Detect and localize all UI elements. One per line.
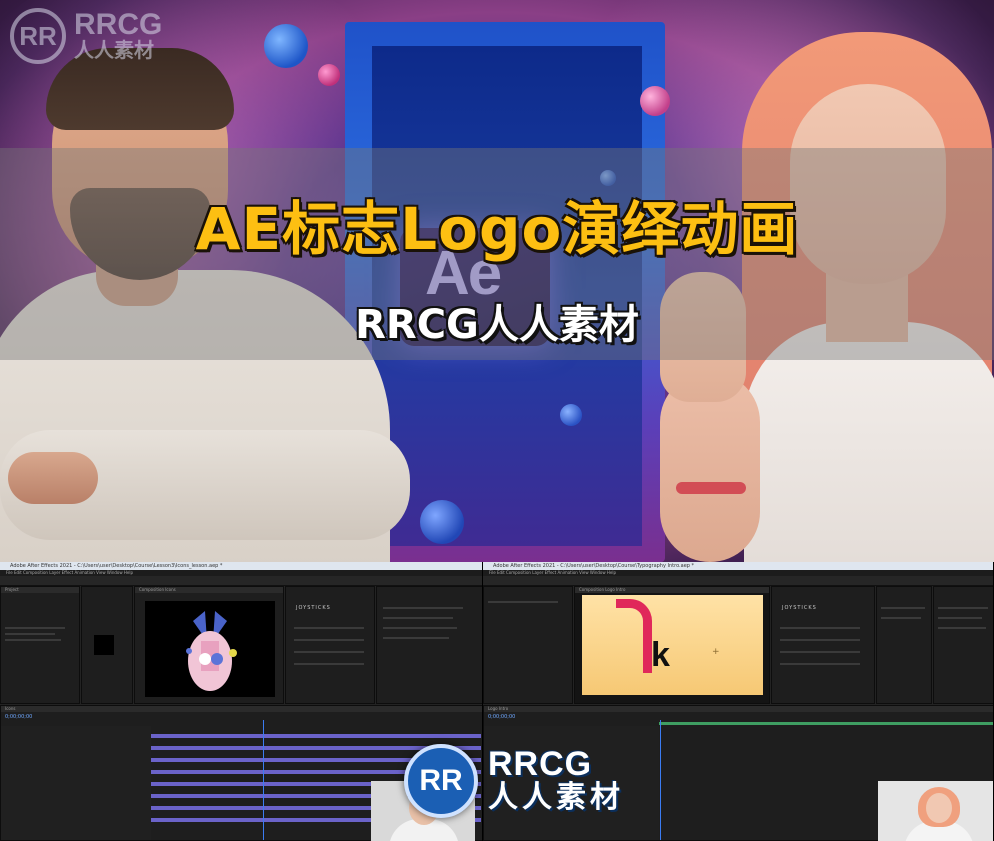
project-item[interactable]: [5, 627, 65, 629]
character-panel[interactable]: [933, 586, 993, 704]
effects-item[interactable]: [881, 617, 921, 619]
playhead[interactable]: [660, 720, 661, 840]
watermark-badge-icon: RR: [404, 744, 478, 818]
joysticks-logo: JOYSTICKS: [296, 605, 331, 611]
watermark-top: RR RRCG 人人素材: [10, 8, 162, 64]
course-title: AE标志Logo演绎动画: [195, 195, 799, 263]
control-row[interactable]: [780, 627, 860, 629]
window-title: Adobe After Effects 2021 - C:\Users\user…: [483, 562, 993, 570]
effects-item[interactable]: [383, 607, 463, 609]
logo-stroke-shape: [616, 599, 652, 673]
project-panel[interactable]: Project: [0, 586, 80, 704]
current-time[interactable]: 0;00;00;00: [5, 714, 32, 720]
watermark-brand: RRCG: [488, 745, 593, 783]
joysticks-panel[interactable]: JOYSTICKS: [285, 586, 375, 704]
instructor-man-hand: [8, 452, 98, 504]
watermark-brand-cn: 人人素材: [488, 781, 624, 814]
watermark-brand-cn: 人人素材: [74, 40, 154, 62]
character-setting[interactable]: [938, 617, 982, 619]
bracelet: [676, 482, 746, 494]
control-row[interactable]: [780, 639, 860, 641]
effects-item[interactable]: [881, 607, 925, 609]
playhead[interactable]: [263, 720, 264, 840]
control-row[interactable]: [780, 651, 860, 653]
control-row[interactable]: [488, 601, 558, 603]
watermark-badge-icon: RR: [10, 8, 66, 64]
watermark-bottom: RR RRCG 人人素材: [404, 744, 624, 818]
character-setting[interactable]: [938, 607, 988, 609]
control-row[interactable]: [294, 663, 364, 665]
composition-tab[interactable]: Composition Logo Intro: [575, 587, 769, 593]
logo-letter: k: [651, 636, 670, 674]
webcam-face: [926, 793, 952, 823]
current-time[interactable]: 0;00;00;00: [488, 714, 515, 720]
decor-sphere: [560, 404, 582, 426]
layer-list[interactable]: [1, 726, 151, 840]
joysticks-panel[interactable]: JOYSTICKS: [771, 586, 875, 704]
watermark-text: RRCG 人人素材: [74, 8, 163, 63]
decor-sphere: [264, 24, 308, 68]
control-row[interactable]: [294, 639, 364, 641]
hero-banner: Ae AE标志Logo演绎动画 RRCG人人素材 RR RRCG 人人素材: [0, 0, 994, 562]
work-area-bar[interactable]: [659, 722, 993, 725]
timeline-tab[interactable]: Icons: [1, 706, 482, 712]
project-item[interactable]: [5, 639, 61, 641]
toolbar[interactable]: [0, 576, 482, 586]
effect-controls-panel[interactable]: [483, 586, 573, 704]
effects-item[interactable]: [383, 627, 457, 629]
project-tab[interactable]: Project: [1, 587, 79, 593]
control-row[interactable]: [294, 651, 364, 653]
layer-bar[interactable]: [151, 734, 481, 738]
timeline-tab[interactable]: Logo Intro: [484, 706, 993, 712]
toolbar[interactable]: [483, 576, 993, 586]
footage-preview: [94, 635, 114, 655]
composition-viewer[interactable]: [145, 601, 275, 697]
composition-tab[interactable]: Composition Icons: [135, 587, 283, 593]
character-illustration: [186, 611, 237, 691]
watermark-brand: RRCG: [74, 8, 163, 41]
footage-panel[interactable]: [81, 586, 133, 704]
course-subtitle: RRCG人人素材: [355, 302, 639, 348]
joysticks-logo: JOYSTICKS: [782, 605, 817, 611]
effects-presets-panel[interactable]: [376, 586, 482, 704]
effects-item[interactable]: [383, 617, 453, 619]
effects-item[interactable]: [383, 637, 449, 639]
window-title: Adobe After Effects 2021 - C:\Users\user…: [0, 562, 482, 570]
composition-panel[interactable]: Composition Icons: [134, 586, 284, 704]
project-item[interactable]: [5, 633, 55, 635]
webcam-overlay-woman: [878, 781, 993, 841]
decor-sphere: [640, 86, 670, 116]
decor-sphere: [420, 500, 464, 544]
control-row[interactable]: [294, 627, 364, 629]
composition-viewer[interactable]: [582, 595, 763, 695]
control-row[interactable]: [780, 663, 860, 665]
anchor-crosshair-icon: +: [712, 647, 720, 657]
effects-presets-panel[interactable]: [876, 586, 932, 704]
decor-sphere: [318, 64, 340, 86]
watermark-text: RRCG 人人素材: [488, 747, 624, 815]
character-setting[interactable]: [938, 627, 986, 629]
